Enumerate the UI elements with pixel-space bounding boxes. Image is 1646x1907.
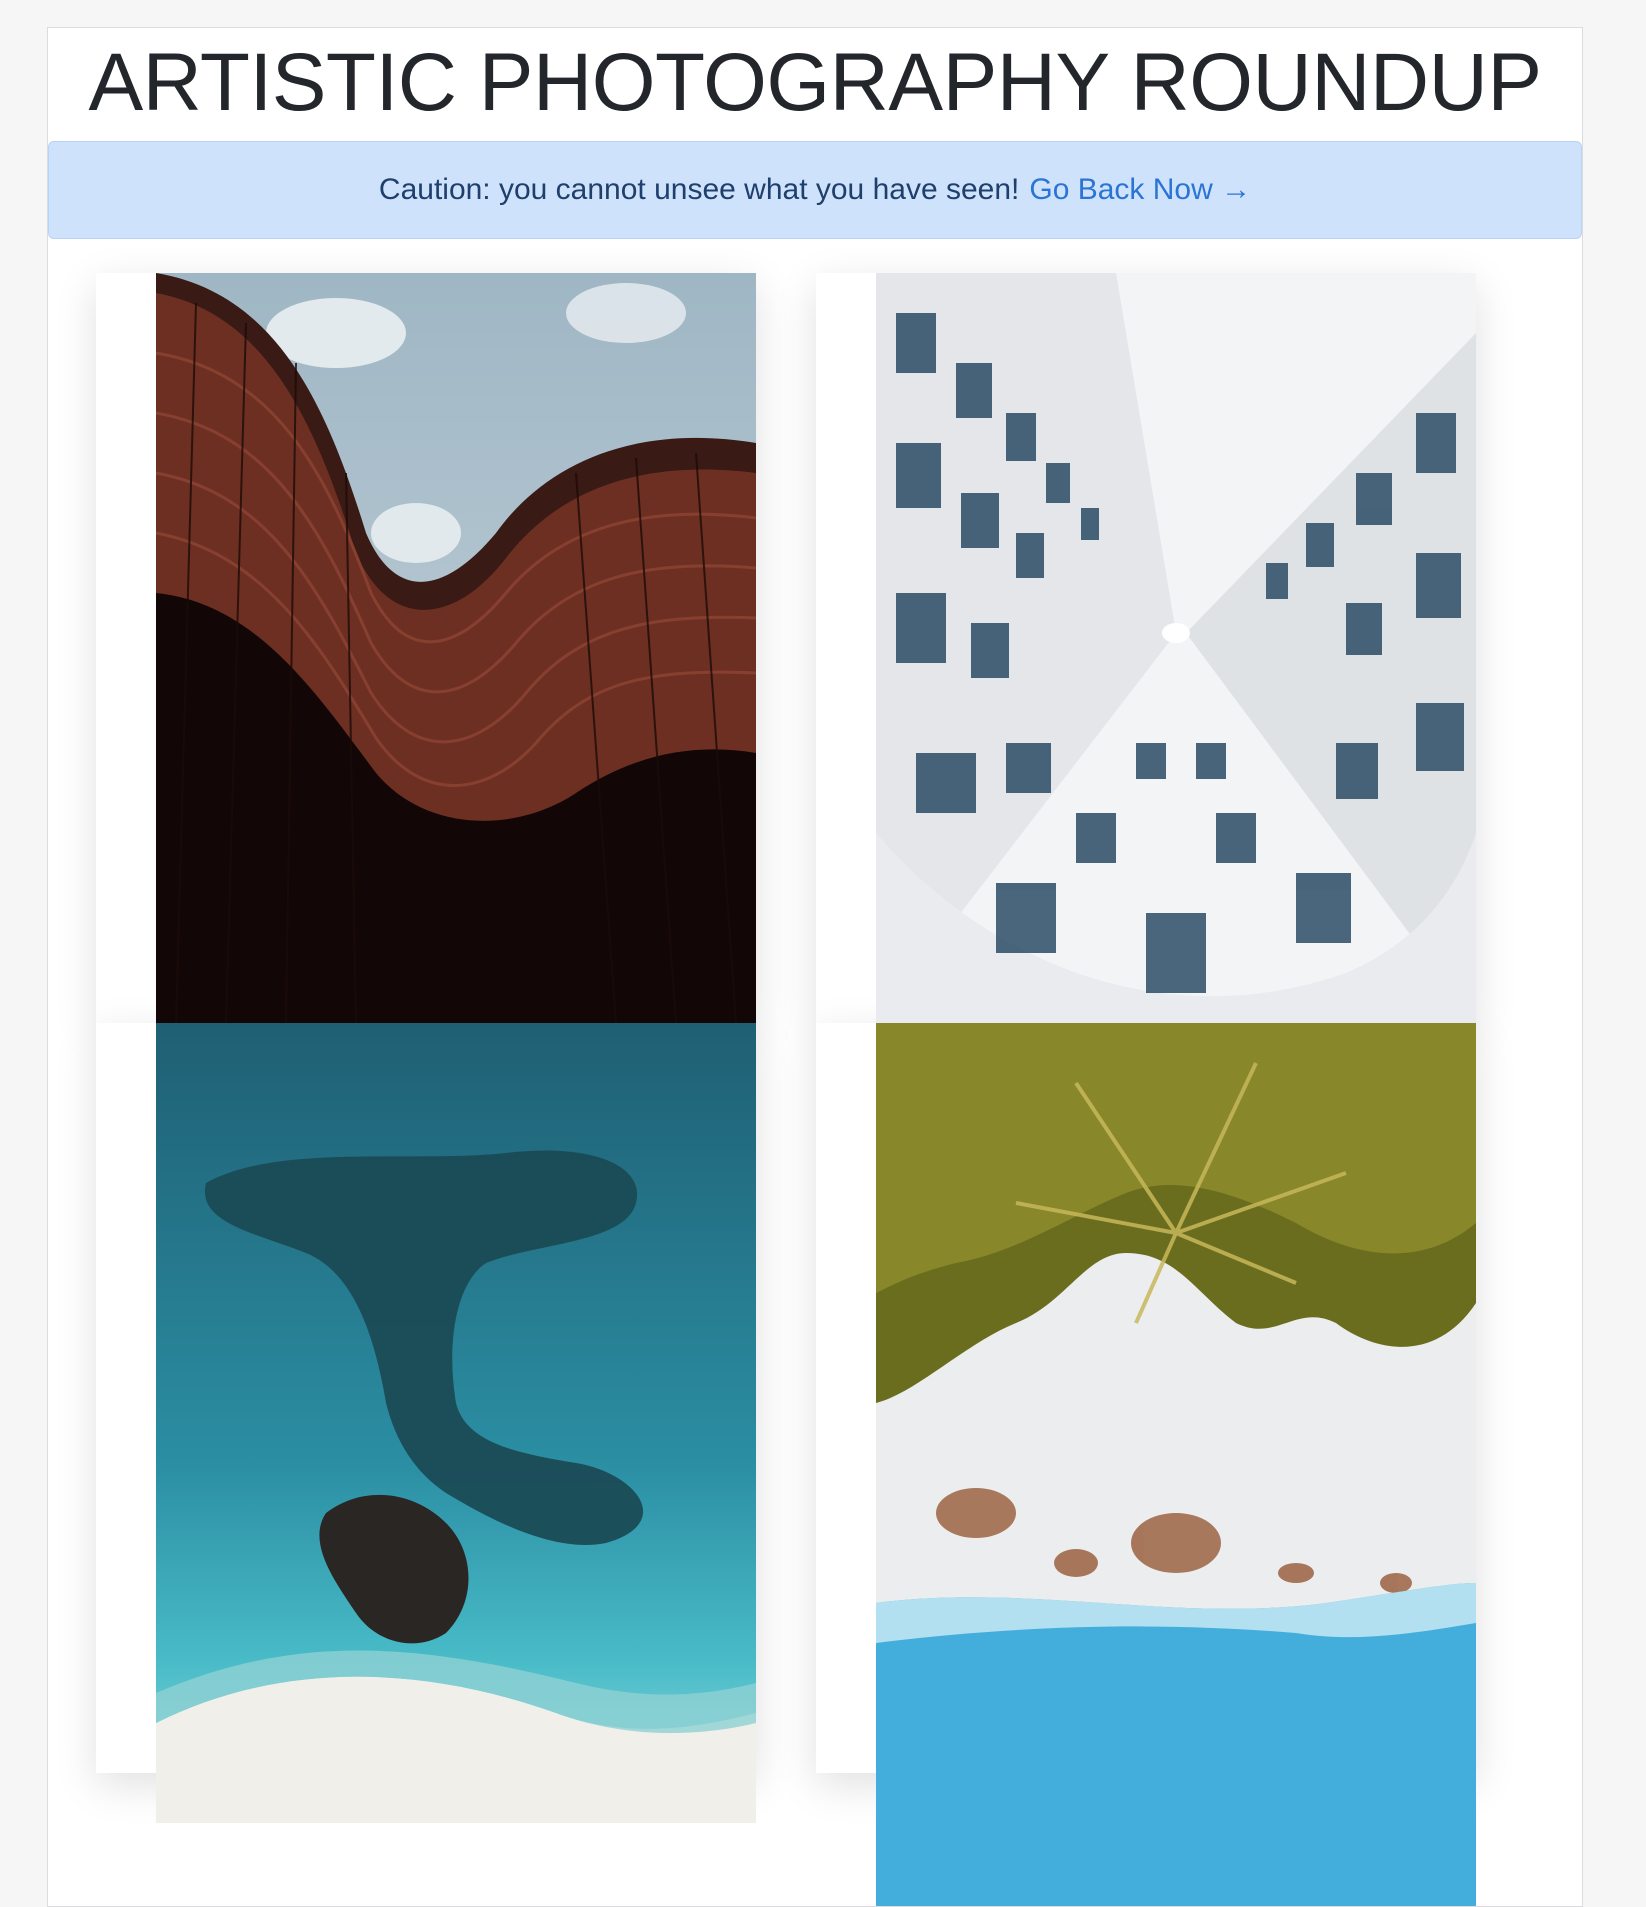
caution-alert: Caution: you cannot unsee what you have …: [48, 141, 1582, 239]
photo-aerial-palms-beach-image: [876, 1023, 1476, 1906]
photo-white-building[interactable]: [876, 273, 1476, 1023]
photo-curved-building[interactable]: [156, 273, 756, 1023]
photo-aerial-coastline[interactable]: [156, 1023, 756, 1823]
alert-message: Caution: you cannot unsee what you have …: [378, 173, 1020, 206]
photo-aerial-coastline-image: [156, 1023, 756, 1823]
photo-white-building-image: [876, 273, 1476, 1023]
page-container: ARTISTIC PHOTOGRAPHY ROUNDUP Caution: yo…: [47, 27, 1583, 1907]
photo-aerial-palms-beach[interactable]: [876, 1023, 1476, 1906]
photo-gallery: [96, 273, 1536, 1906]
go-back-link[interactable]: Go Back Now →: [1029, 173, 1251, 207]
photo-curved-building-image: [156, 273, 756, 1023]
page-title: ARTISTIC PHOTOGRAPHY ROUNDUP: [88, 37, 1542, 128]
